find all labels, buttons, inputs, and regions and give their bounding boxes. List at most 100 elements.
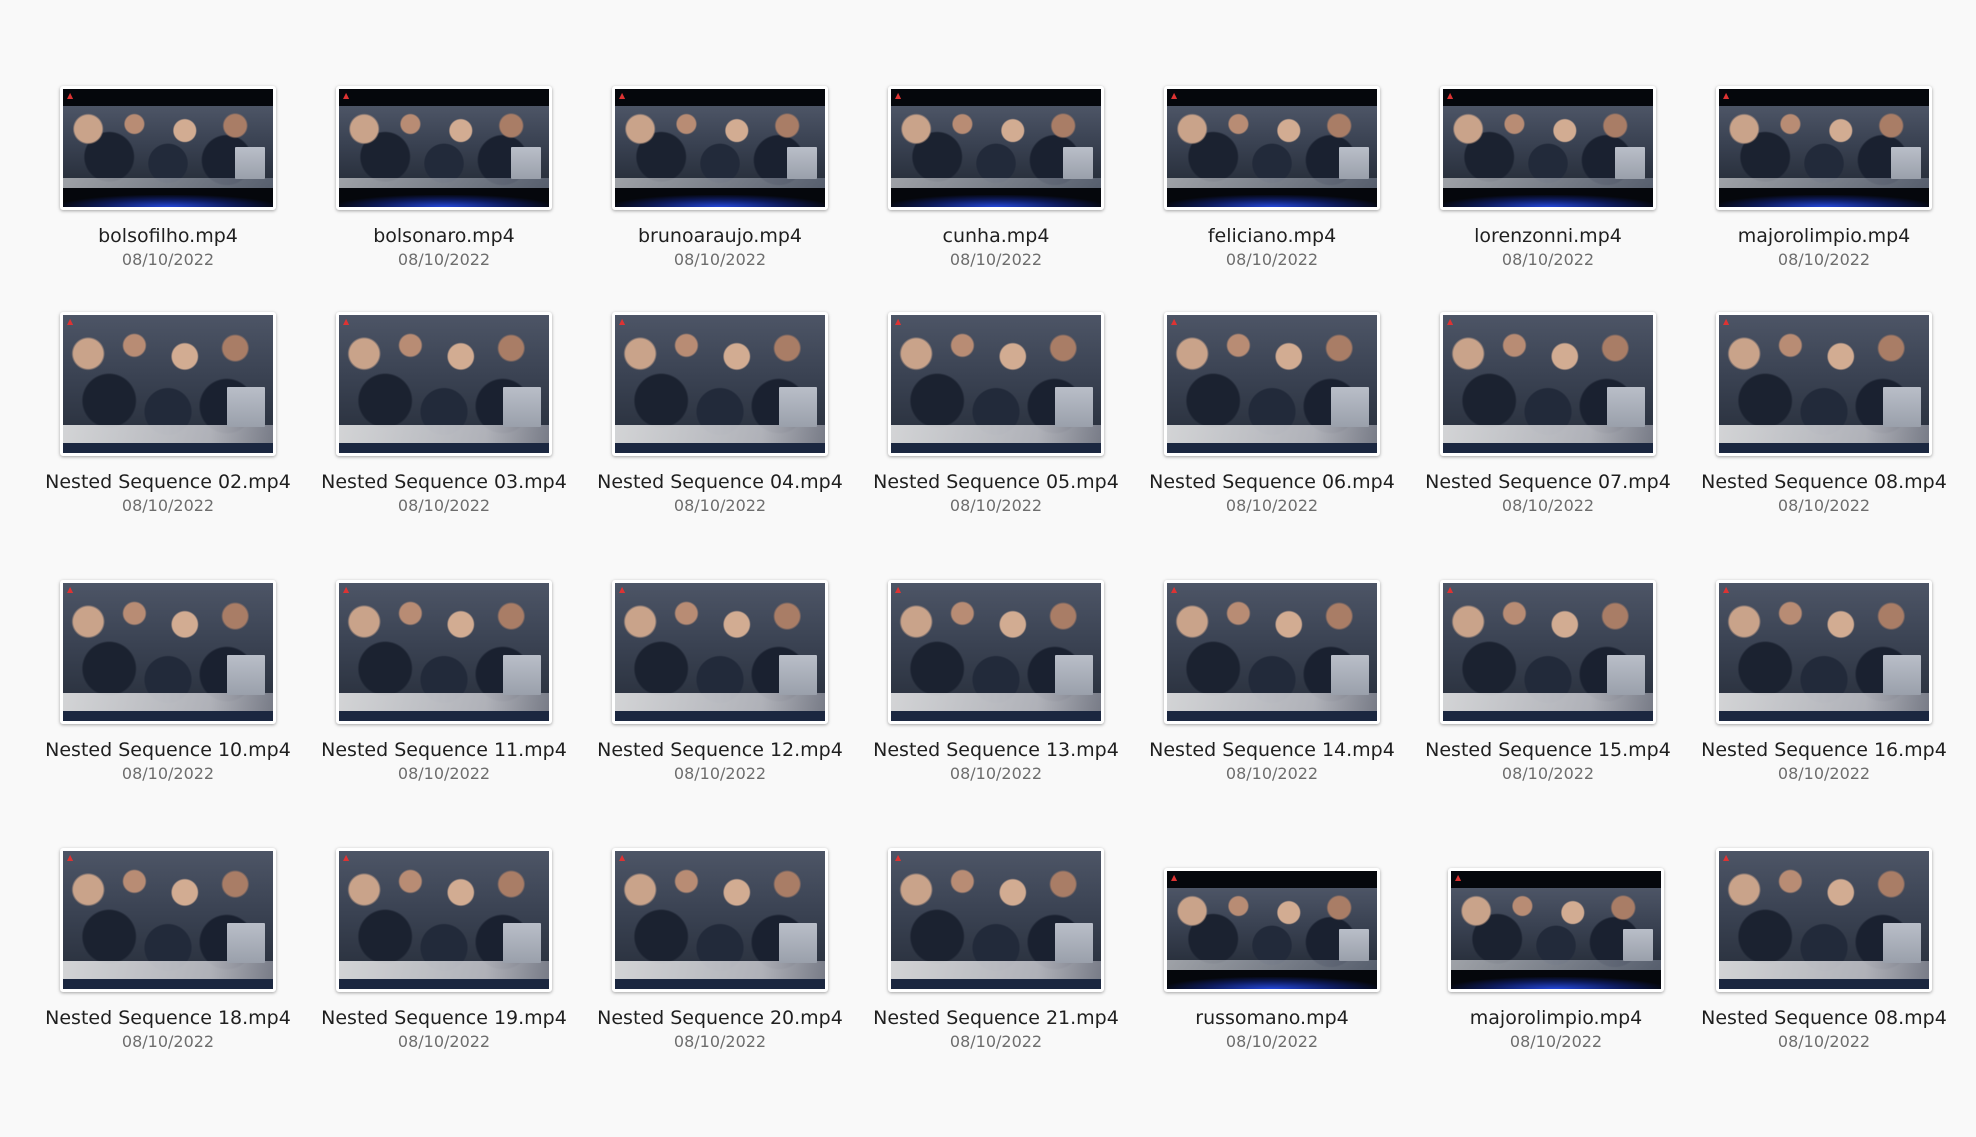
- file-date: 08/10/2022: [1777, 764, 1871, 783]
- thumbnail-frame: ▲: [862, 842, 1130, 992]
- file-name: bolsofilho.mp4: [98, 225, 238, 247]
- caption-bar: [1443, 425, 1653, 443]
- caption-bar: [891, 425, 1101, 443]
- file-name: feliciano.mp4: [1207, 225, 1337, 247]
- channel-logo-icon: ▲: [343, 585, 350, 594]
- file-date: 08/10/2022: [1509, 1032, 1603, 1051]
- video-thumbnail: ▲: [1716, 86, 1932, 210]
- channel-logo-icon: ▲: [895, 853, 902, 862]
- file-tile[interactable]: ▲ Nested Sequence 20.mp4 08/10/2022: [586, 842, 854, 1082]
- file-name: Nested Sequence 21.mp4: [873, 1007, 1119, 1029]
- file-tile[interactable]: ▲ feliciano.mp4 08/10/2022: [1138, 60, 1406, 300]
- file-tile[interactable]: ▲ Nested Sequence 08.mp4 08/10/2022: [1690, 842, 1958, 1082]
- caption-bar: [1167, 693, 1377, 711]
- channel-logo-icon: ▲: [1447, 317, 1454, 326]
- channel-logo-icon: ▲: [343, 91, 350, 100]
- thumbnail-frame: ▲: [862, 574, 1130, 724]
- caption-bar: [63, 693, 273, 711]
- caption-bar: [339, 693, 549, 711]
- file-tile[interactable]: ▲ Nested Sequence 18.mp4 08/10/2022: [34, 842, 302, 1082]
- file-tile[interactable]: ▲ Nested Sequence 21.mp4 08/10/2022: [862, 842, 1130, 1082]
- file-tile[interactable]: ▲ Nested Sequence 05.mp4 08/10/2022: [862, 306, 1130, 546]
- caption-bar: [615, 178, 825, 189]
- file-date: 08/10/2022: [1501, 764, 1595, 783]
- channel-logo-icon: ▲: [619, 91, 626, 100]
- file-tile[interactable]: ▲ lorenzonni.mp4 08/10/2022: [1414, 60, 1682, 300]
- file-tile[interactable]: ▲ Nested Sequence 16.mp4 08/10/2022: [1690, 574, 1958, 814]
- file-name: Nested Sequence 10.mp4: [45, 739, 291, 761]
- channel-logo-icon: ▲: [619, 853, 626, 862]
- thumbnail-frame: ▲: [862, 60, 1130, 210]
- file-tile[interactable]: ▲ majorolimpio.mp4 08/10/2022: [1690, 60, 1958, 300]
- file-tile[interactable]: ▲ Nested Sequence 14.mp4 08/10/2022: [1138, 574, 1406, 814]
- file-date: 08/10/2022: [949, 1032, 1043, 1051]
- file-date: 08/10/2022: [397, 1032, 491, 1051]
- ticker-bar: [615, 195, 825, 207]
- file-tile[interactable]: ▲ cunha.mp4 08/10/2022: [862, 60, 1130, 300]
- file-tile[interactable]: ▲ russomano.mp4 08/10/2022: [1138, 842, 1406, 1082]
- video-thumbnail: ▲: [336, 848, 552, 992]
- channel-logo-icon: ▲: [67, 317, 74, 326]
- ticker-bar: [1719, 711, 1929, 721]
- file-name: Nested Sequence 12.mp4: [597, 739, 843, 761]
- file-tile[interactable]: ▲ Nested Sequence 02.mp4 08/10/2022: [34, 306, 302, 546]
- file-tile[interactable]: ▲ Nested Sequence 07.mp4 08/10/2022: [1414, 306, 1682, 546]
- channel-logo-icon: ▲: [1723, 585, 1730, 594]
- file-name: Nested Sequence 08.mp4: [1701, 1007, 1947, 1029]
- file-tile[interactable]: ▲ Nested Sequence 11.mp4 08/10/2022: [310, 574, 578, 814]
- file-name: Nested Sequence 02.mp4: [45, 471, 291, 493]
- file-tile[interactable]: ▲ Nested Sequence 03.mp4 08/10/2022: [310, 306, 578, 546]
- channel-logo-icon: ▲: [895, 585, 902, 594]
- channel-logo-icon: ▲: [1171, 585, 1178, 594]
- channel-logo-icon: ▲: [1171, 91, 1178, 100]
- file-tile[interactable]: ▲ Nested Sequence 12.mp4 08/10/2022: [586, 574, 854, 814]
- file-name: Nested Sequence 13.mp4: [873, 739, 1119, 761]
- file-tile[interactable]: ▲ bolsofilho.mp4 08/10/2022: [34, 60, 302, 300]
- sign-language-inset: [787, 146, 817, 179]
- channel-logo-icon: ▲: [895, 91, 902, 100]
- file-name: majorolimpio.mp4: [1469, 1007, 1643, 1029]
- file-tile[interactable]: ▲ Nested Sequence 10.mp4 08/10/2022: [34, 574, 302, 814]
- file-tile[interactable]: ▲ brunoaraujo.mp4 08/10/2022: [586, 60, 854, 300]
- file-tile[interactable]: ▲ Nested Sequence 06.mp4 08/10/2022: [1138, 306, 1406, 546]
- video-thumbnail: ▲: [612, 580, 828, 724]
- sign-language-inset: [1607, 387, 1645, 427]
- video-thumbnail: ▲: [612, 86, 828, 210]
- sign-language-inset: [1055, 387, 1093, 427]
- file-tile[interactable]: ▲ Nested Sequence 04.mp4 08/10/2022: [586, 306, 854, 546]
- file-tile[interactable]: ▲ majorolimpio.mp4 08/10/2022: [1422, 842, 1690, 1082]
- ticker-bar: [615, 711, 825, 721]
- thumbnail-frame: ▲: [310, 574, 578, 724]
- file-tile[interactable]: ▲ Nested Sequence 13.mp4 08/10/2022: [862, 574, 1130, 814]
- caption-bar: [891, 693, 1101, 711]
- sign-language-inset: [511, 146, 541, 179]
- sign-language-inset: [227, 387, 265, 427]
- file-tile[interactable]: ▲ Nested Sequence 08.mp4 08/10/2022: [1690, 306, 1958, 546]
- file-name: Nested Sequence 04.mp4: [597, 471, 843, 493]
- thumbnail-frame: ▲: [34, 306, 302, 456]
- file-tile[interactable]: ▲ bolsonaro.mp4 08/10/2022: [310, 60, 578, 300]
- ticker-bar: [63, 195, 273, 207]
- caption-bar: [1451, 960, 1661, 971]
- ticker-bar: [891, 195, 1101, 207]
- file-tile[interactable]: ▲ Nested Sequence 15.mp4 08/10/2022: [1414, 574, 1682, 814]
- ticker-bar: [63, 443, 273, 453]
- video-thumbnail: ▲: [1440, 86, 1656, 210]
- file-date: 08/10/2022: [1225, 1032, 1319, 1051]
- ticker-bar: [339, 443, 549, 453]
- file-name: Nested Sequence 15.mp4: [1425, 739, 1671, 761]
- channel-logo-icon: ▲: [1455, 873, 1462, 882]
- sign-language-inset: [1055, 923, 1093, 963]
- file-date: 08/10/2022: [397, 250, 491, 269]
- thumbnail-frame: ▲: [862, 306, 1130, 456]
- file-date: 08/10/2022: [1225, 764, 1319, 783]
- thumbnail-frame: ▲: [586, 60, 854, 210]
- ticker-bar: [63, 979, 273, 989]
- thumbnail-frame: ▲: [310, 306, 578, 456]
- file-tile[interactable]: ▲ Nested Sequence 19.mp4 08/10/2022: [310, 842, 578, 1082]
- caption-bar: [1167, 960, 1377, 971]
- video-thumbnail: ▲: [888, 312, 1104, 456]
- thumbnail-frame: ▲: [1690, 574, 1958, 724]
- video-thumbnail: ▲: [336, 86, 552, 210]
- file-name: lorenzonni.mp4: [1474, 225, 1622, 247]
